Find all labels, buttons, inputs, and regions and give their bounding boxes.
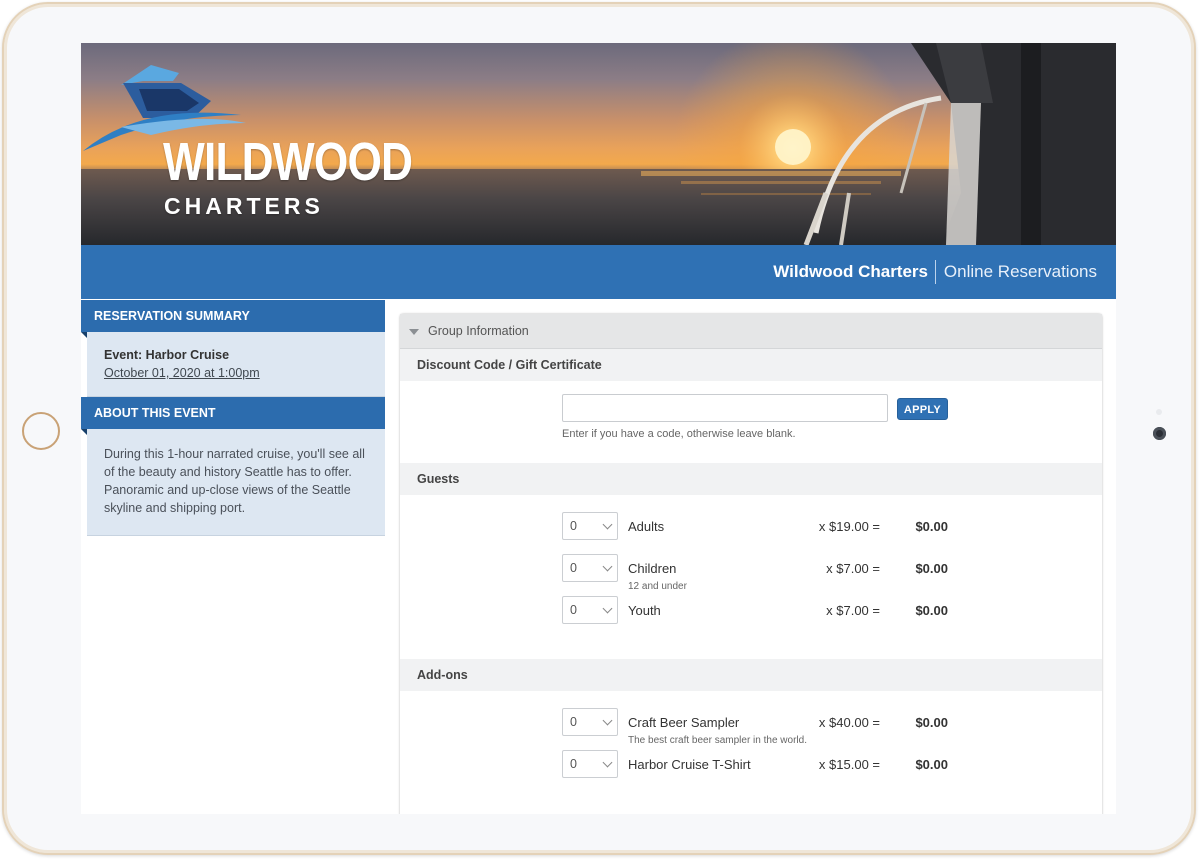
tshirt-label: Harbor Cruise T-Shirt: [628, 757, 751, 772]
children-quantity-select[interactable]: 0: [562, 554, 618, 582]
group-information-header[interactable]: Group Information: [400, 314, 1102, 349]
youth-total: $0.00: [915, 603, 948, 618]
beer-sampler-quantity-select[interactable]: 0: [562, 708, 618, 736]
event-label: Event: Harbor Cruise: [104, 348, 230, 362]
sidebar: RESERVATION SUMMARY Event: Harbor Cruise…: [81, 300, 385, 536]
addons-section-title: Add-ons: [400, 659, 1102, 691]
addon-row-tshirt: 0 Harbor Cruise T-Shirt x $15.00 = $0.00: [400, 750, 1102, 780]
logo-wordmark: WILDWOOD: [163, 132, 413, 192]
beer-sampler-total: $0.00: [915, 715, 948, 730]
guest-row-children: 0 Children 12 and under x $7.00 = $0.00: [400, 554, 1102, 592]
youth-quantity-value: 0: [570, 603, 577, 617]
about-event-text: During this 1-hour narrated cruise, you'…: [104, 447, 365, 515]
tshirt-quantity-value: 0: [570, 757, 577, 771]
adults-quantity-value: 0: [570, 519, 577, 533]
adults-quantity-select[interactable]: 0: [562, 512, 618, 540]
guest-row-adults: 0 Adults x $19.00 = $0.00: [400, 512, 1102, 542]
adults-label: Adults: [628, 519, 665, 534]
children-price: x $7.00 =: [826, 561, 880, 576]
about-event-body: During this 1-hour narrated cruise, you'…: [87, 429, 385, 536]
reservation-summary-header: RESERVATION SUMMARY: [81, 300, 385, 338]
brand-bar: Wildwood Charters Online Reservations: [81, 245, 1116, 299]
home-button[interactable]: [22, 412, 60, 450]
brand-divider: [935, 260, 936, 284]
tshirt-quantity-select[interactable]: 0: [562, 750, 618, 778]
section-title: Online Reservations: [943, 262, 1097, 281]
event-date: October 01, 2020 at 1:00pm: [104, 366, 260, 380]
youth-label: Youth: [628, 603, 661, 618]
guests-list: 0 Adults x $19.00 = $0.00 0 Children 12 …: [400, 495, 1102, 659]
chevron-down-icon: [602, 603, 613, 614]
chevron-down-icon: [602, 519, 613, 530]
chevron-down-icon: [602, 757, 613, 768]
beer-sampler-note: The best craft beer sampler in the world…: [628, 735, 807, 746]
brand-name[interactable]: Wildwood Charters: [773, 262, 928, 282]
adults-price: x $19.00 =: [818, 519, 880, 534]
camera-icon: [1153, 427, 1166, 440]
logo-subtitle: CHARTERS: [164, 193, 324, 219]
screen: WILDWOOD CHARTERS Wildwood Charters Onli…: [81, 43, 1116, 814]
children-quantity-value: 0: [570, 561, 577, 575]
reservation-summary-body: Event: Harbor Cruise October 01, 2020 at…: [87, 332, 385, 397]
sensor-icon: [1156, 409, 1162, 415]
addons-list: 0 Craft Beer Sampler The best craft beer…: [400, 691, 1102, 801]
discount-code-input[interactable]: [562, 394, 888, 422]
children-label: Children: [628, 561, 677, 576]
group-information-title: Group Information: [428, 324, 529, 338]
adults-total: $0.00: [915, 519, 948, 534]
discount-code-area: APPLY Enter if you have a code, otherwis…: [400, 381, 1102, 463]
children-note: 12 and under: [628, 581, 687, 592]
tshirt-price: x $15.00 =: [818, 757, 880, 772]
beer-sampler-label: Craft Beer Sampler: [628, 715, 740, 730]
chevron-down-icon: [602, 715, 613, 726]
children-total: $0.00: [915, 561, 948, 576]
guest-row-youth: 0 Youth x $7.00 = $0.00: [400, 596, 1102, 626]
triangle-down-icon: [409, 329, 419, 335]
beer-sampler-quantity-value: 0: [570, 715, 577, 729]
addon-row-beer-sampler: 0 Craft Beer Sampler The best craft beer…: [400, 708, 1102, 746]
header-banner: WILDWOOD CHARTERS: [81, 43, 1116, 245]
discount-section-title: Discount Code / Gift Certificate: [400, 349, 1102, 381]
tshirt-total: $0.00: [915, 757, 948, 772]
youth-quantity-select[interactable]: 0: [562, 596, 618, 624]
beer-sampler-price: x $40.00 =: [818, 715, 880, 730]
guests-section-title: Guests: [400, 463, 1102, 495]
discount-code-hint: Enter if you have a code, otherwise leav…: [562, 428, 796, 440]
about-event-header: ABOUT THIS EVENT: [81, 397, 385, 435]
chevron-down-icon: [602, 561, 613, 572]
youth-price: x $7.00 =: [826, 603, 880, 618]
reservation-form: Group Information Discount Code / Gift C…: [400, 314, 1102, 814]
apply-button[interactable]: APPLY: [897, 398, 948, 420]
